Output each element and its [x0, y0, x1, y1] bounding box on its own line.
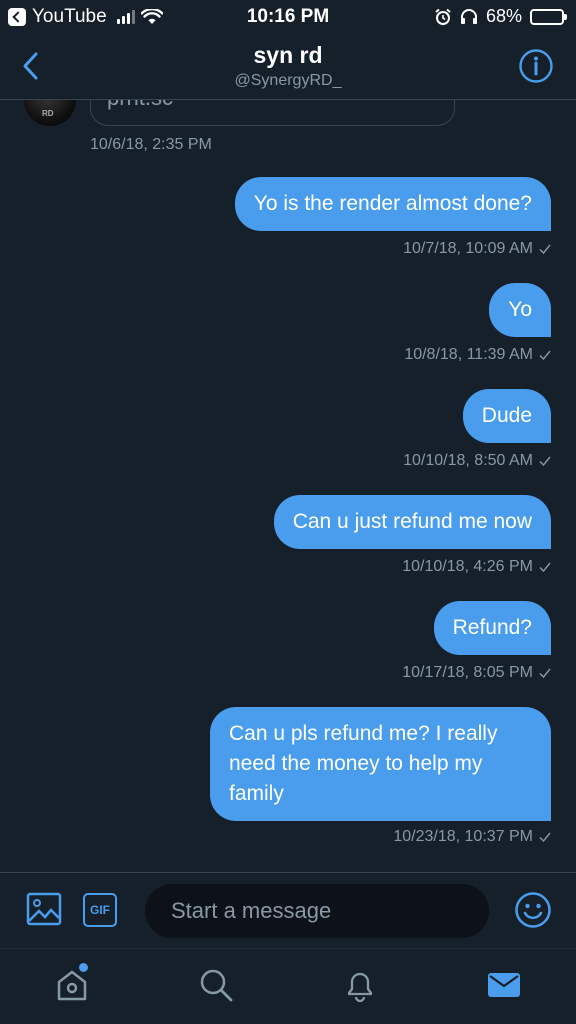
timestamp-text: 10/17/18, 8:05 PM — [402, 664, 533, 681]
check-icon — [539, 350, 551, 360]
message-timestamp: 10/10/18, 4:26 PM — [402, 558, 551, 576]
timestamp-text: 10/23/18, 10:37 PM — [393, 828, 533, 845]
message-timestamp: 10/10/18, 8:50 AM — [403, 452, 551, 470]
battery-percent: 68% — [485, 6, 522, 26]
message-bubble[interactable]: Refund? — [433, 601, 551, 655]
envelope-icon[interactable] — [486, 967, 522, 1003]
check-icon — [539, 832, 551, 842]
received-timestamp: 10/6/18, 2:35 PM — [90, 136, 212, 153]
message-input[interactable] — [145, 884, 489, 938]
dm-screen: YouTube 10:16 PM 68% syn rd @SynergyRD_ … — [0, 0, 576, 1024]
sent-message[interactable]: Dude — [462, 389, 551, 443]
sent-message[interactable]: Yo is the render almost done? — [234, 177, 551, 231]
timestamp-text: 10/10/18, 4:26 PM — [402, 558, 533, 575]
sent-message[interactable]: Refund? — [433, 601, 551, 655]
search-icon[interactable] — [198, 967, 234, 1003]
tab-messages[interactable] — [486, 967, 522, 1003]
timestamp-text: 10/7/18, 10:09 AM — [403, 240, 533, 257]
timestamp-text: 10/8/18, 11:39 AM — [404, 346, 533, 363]
status-bar: YouTube 10:16 PM 68% — [0, 0, 576, 34]
gif-icon[interactable]: GIF — [83, 893, 117, 927]
check-icon — [539, 244, 551, 254]
message-list[interactable]: prnt.sc 10/6/18, 2:35 PM Yo is the rende… — [0, 100, 576, 872]
bell-icon[interactable] — [342, 967, 378, 1003]
sent-message[interactable]: Yo — [489, 283, 551, 337]
notification-dot — [79, 963, 88, 972]
contact-name[interactable]: syn rd — [0, 42, 576, 69]
message-timestamp: 10/17/18, 8:05 PM — [402, 664, 551, 682]
battery-icon — [530, 8, 567, 25]
check-icon — [539, 668, 551, 678]
tab-home[interactable] — [54, 963, 90, 1003]
timestamp-text: 10/10/18, 8:50 AM — [403, 452, 533, 469]
tab-notifications[interactable] — [342, 967, 378, 1003]
smiley-icon[interactable] — [514, 891, 552, 929]
home-icon[interactable] — [54, 967, 90, 1003]
message-timestamp: 10/23/18, 10:37 PM — [393, 828, 551, 846]
message-bubble[interactable]: Dude — [462, 389, 551, 443]
sent-message[interactable]: Can u just refund me now — [273, 495, 551, 549]
contact-handle[interactable]: @SynergyRD_ — [0, 72, 576, 90]
alarm-icon — [435, 8, 451, 25]
status-right: 68% — [434, 6, 567, 27]
message-timestamp: 10/7/18, 10:09 AM — [403, 240, 551, 258]
message-timestamp: 10/8/18, 11:39 AM — [404, 346, 551, 364]
tab-search[interactable] — [198, 967, 234, 1003]
tab-bar — [0, 948, 576, 1024]
conversation-header: syn rd @SynergyRD_ — [0, 34, 576, 100]
contact-avatar[interactable] — [24, 100, 76, 126]
sent-message[interactable]: Can u pls refund me? I really need the m… — [210, 707, 551, 821]
check-icon — [539, 456, 551, 466]
link-card[interactable]: prnt.sc — [90, 100, 455, 126]
link-card-text: prnt.sc — [107, 100, 173, 111]
info-icon[interactable] — [518, 48, 554, 84]
message-bubble[interactable]: Can u just refund me now — [273, 495, 551, 549]
message-composer: GIF — [0, 872, 576, 948]
headphones-icon — [460, 8, 477, 24]
image-icon[interactable] — [26, 891, 62, 927]
message-bubble[interactable]: Yo — [489, 283, 551, 337]
check-icon — [539, 562, 551, 572]
message-bubble[interactable]: Can u pls refund me? I really need the m… — [210, 707, 551, 821]
message-bubble[interactable]: Yo is the render almost done? — [234, 177, 551, 231]
